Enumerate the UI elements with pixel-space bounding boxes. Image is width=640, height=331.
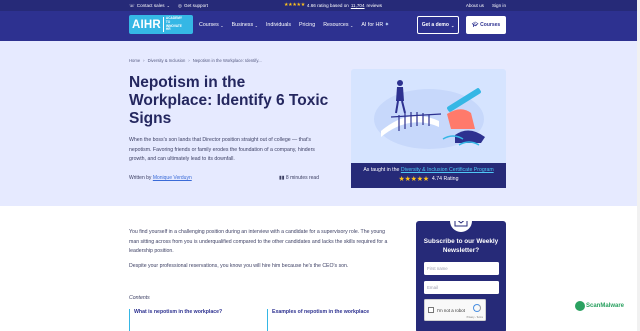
- breadcrumb-current: Nepotism in the Workplace: Identify...: [192, 58, 262, 63]
- newsletter-box: Subscribe to our Weekly Newsletter? Firs…: [416, 210, 506, 331]
- recaptcha-widget: I'm not a robot Privacy - Terms: [424, 299, 486, 321]
- newsletter-heading: Subscribe to our Weekly Newsletter?: [423, 238, 499, 254]
- scanmalware-icon: [575, 301, 585, 311]
- rating-stars-icon: ★★★★★: [398, 176, 430, 183]
- rating-stars-icon: ★★★★★: [284, 2, 305, 9]
- nav-pricing[interactable]: Pricing: [299, 22, 315, 28]
- toc-item[interactable]: What is nepotism in the workplace?: [129, 309, 222, 331]
- chevron-down-icon: ⌄: [450, 22, 455, 28]
- get-support-link[interactable]: ◎ Get support: [178, 3, 208, 9]
- author-link[interactable]: Monique Verduyn: [153, 175, 192, 181]
- recaptcha-footer: Privacy - Terms: [466, 315, 483, 319]
- article-meta: Written by Monique Verduyn ▮▮ 8 minutes …: [129, 175, 319, 181]
- toc-item[interactable]: Examples of nepotism in the workplace: [267, 309, 369, 331]
- phone-icon: ☏: [129, 2, 135, 8]
- support-icon: ◎: [177, 2, 182, 8]
- article-intro: When the boss's son lands that Director …: [129, 137, 315, 162]
- certificate-banner: As taught in the Diversity & Inclusion C…: [351, 163, 506, 188]
- chevron-down-icon: ⌄: [254, 22, 258, 28]
- about-us-link[interactable]: About us: [466, 3, 484, 8]
- nav-resources[interactable]: Resources ⌄: [323, 22, 353, 28]
- read-time: 8 minutes read: [285, 175, 319, 181]
- chevron-down-icon: ⌄: [350, 22, 354, 28]
- toc-divider: [129, 327, 130, 331]
- chevron-down-icon: ⌄: [220, 22, 224, 28]
- aihr-logo[interactable]: AIHR ACADEMY TO INNOVATE HR: [129, 15, 193, 34]
- article-paragraph: You find yourself in a challenging posit…: [129, 229, 388, 255]
- contents-label: Contents: [129, 295, 150, 301]
- breadcrumb: Home › Diversity & Inclusion › Nepotism …: [129, 58, 262, 63]
- email-field[interactable]: Email: [424, 281, 499, 294]
- graduation-cap-icon: 🎓︎: [471, 22, 479, 28]
- book-icon: ▮▮: [279, 175, 285, 181]
- nav-business[interactable]: Business ⌄: [232, 22, 258, 28]
- sparkle-icon: ✦: [384, 22, 390, 28]
- certificate-link[interactable]: Diversity & Inclusion Certificate Progra…: [401, 167, 494, 173]
- article-body: You find yourself in a challenging posit…: [129, 228, 394, 277]
- toc-divider: [267, 327, 268, 331]
- recaptcha-checkbox[interactable]: [428, 307, 434, 313]
- hero-illustration: [351, 69, 506, 164]
- recaptcha-icon: [473, 304, 481, 312]
- breadcrumb-separator-icon: ›: [143, 58, 145, 63]
- article-hero: Home › Diversity & Inclusion › Nepotism …: [0, 41, 640, 206]
- reviews-rating: ★★★★★ 4.66 rating based on 11,704 review…: [284, 2, 383, 9]
- first-name-field[interactable]: First name: [424, 262, 499, 275]
- utility-bar: ☏ Contact sales ⌄ ◎ Get support ★★★★★ 4.…: [0, 0, 640, 11]
- article-paragraph: Despite your professional reservations, …: [129, 263, 349, 270]
- nav-ai-for-hr[interactable]: AI for HR ✦: [361, 22, 389, 28]
- courses-button[interactable]: 🎓︎ Courses: [466, 16, 506, 34]
- nav-courses[interactable]: Courses ⌄: [199, 22, 224, 28]
- breadcrumb-category[interactable]: Diversity & Inclusion: [148, 58, 186, 63]
- main-navigation: AIHR ACADEMY TO INNOVATE HR Courses ⌄ Bus…: [0, 11, 640, 41]
- reviews-count-link[interactable]: 11,704: [351, 3, 365, 8]
- contact-sales-link[interactable]: ☏ Contact sales ⌄: [129, 3, 170, 9]
- sign-in-link[interactable]: Sign in: [492, 3, 506, 8]
- watermark: ScanMalware: [575, 300, 635, 312]
- certificate-rating: 4.74 Rating: [431, 176, 459, 182]
- breadcrumb-home[interactable]: Home: [129, 58, 140, 63]
- breadcrumb-separator-icon: ›: [188, 58, 190, 63]
- chevron-down-icon: ⌄: [166, 3, 170, 8]
- get-demo-button[interactable]: Get a demo ⌄: [417, 16, 459, 34]
- nav-individuals[interactable]: Individuals: [266, 22, 291, 28]
- page-title: Nepotism in the Workplace: Identify 6 To…: [129, 74, 329, 127]
